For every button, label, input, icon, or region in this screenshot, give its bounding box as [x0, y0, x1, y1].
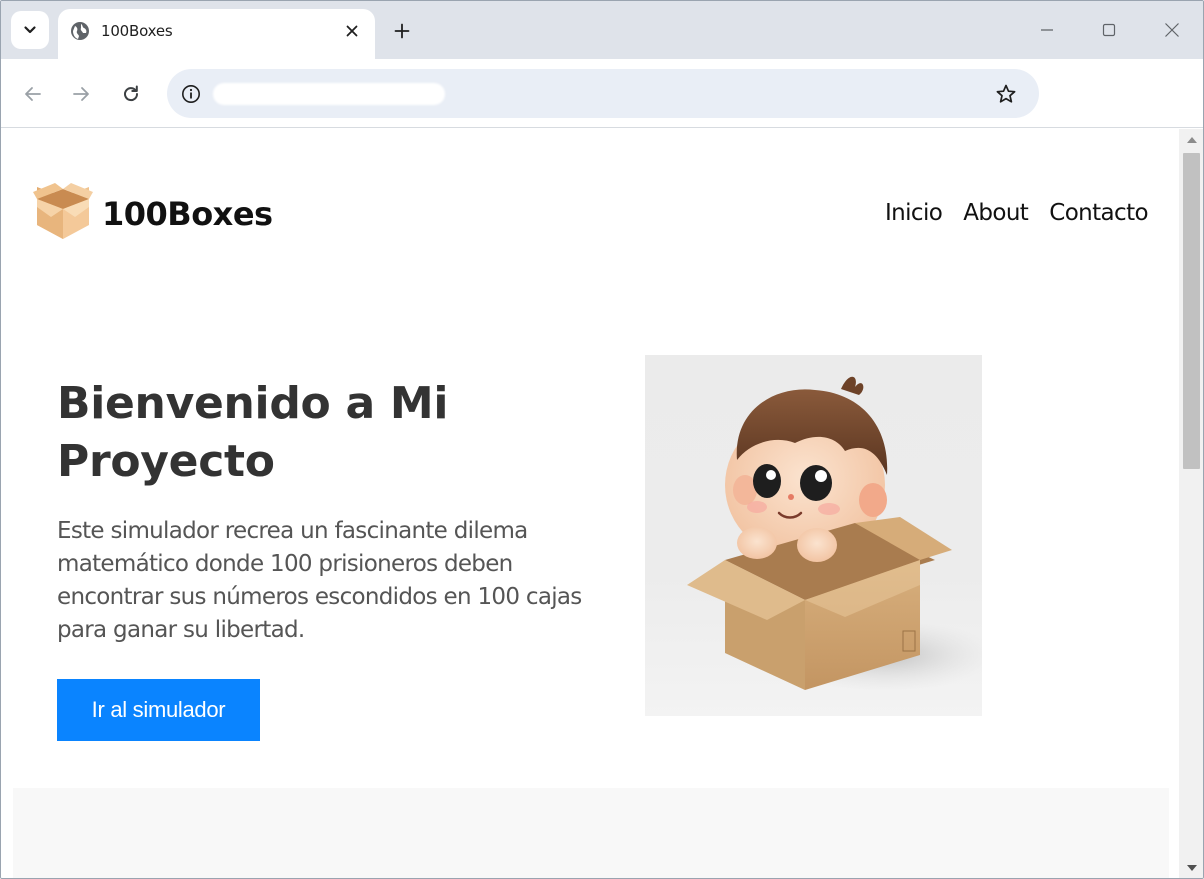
main-nav: Inicio About Contacto [885, 200, 1149, 226]
minimize-button[interactable] [1034, 17, 1060, 43]
forward-button[interactable] [68, 81, 94, 107]
window-close-button[interactable] [1159, 17, 1185, 43]
plus-icon [394, 23, 410, 39]
arrow-left-icon [25, 87, 41, 101]
site-info-button[interactable] [179, 82, 203, 106]
tab-close-button[interactable] [341, 20, 363, 42]
hero-illustration [645, 355, 982, 716]
reload-icon [124, 85, 139, 102]
maximize-icon [1102, 23, 1116, 37]
vertical-scrollbar[interactable] [1179, 129, 1203, 878]
tab-search-button[interactable] [11, 11, 49, 49]
hero-description: Este simulador recrea un fascinante dile… [57, 518, 582, 643]
back-button[interactable] [20, 81, 46, 107]
site-header: 100Boxes Inicio About Contacto [1, 129, 1179, 299]
nav-link-contacto[interactable]: Contacto [1049, 200, 1148, 226]
scroll-up-arrow-icon[interactable] [1187, 137, 1197, 143]
reload-button[interactable] [118, 81, 144, 107]
hero-title: Bienvenido a Mi Proyecto [57, 378, 449, 487]
brand-name[interactable]: 100Boxes [102, 195, 273, 233]
address-bar[interactable] [167, 69, 1039, 118]
close-icon [346, 25, 358, 37]
globe-icon [71, 22, 89, 40]
nav-link-inicio[interactable]: Inicio [885, 200, 943, 226]
tab-title: 100Boxes [101, 22, 173, 40]
features-section [13, 788, 1169, 878]
active-tab[interactable]: 100Boxes [58, 9, 375, 59]
info-icon [182, 85, 200, 103]
chevron-down-icon [24, 26, 36, 34]
arrow-right-icon [73, 87, 89, 101]
simulator-button[interactable]: Ir al simulador [57, 679, 260, 741]
browser-toolbar [1, 59, 1203, 128]
box-icon[interactable] [33, 181, 93, 243]
child-in-box-illustration [687, 376, 982, 691]
nav-link-about[interactable]: About [963, 200, 1029, 226]
star-icon [996, 84, 1016, 103]
page-viewport: 100Boxes Inicio About Contacto Bienvenid… [1, 129, 1179, 878]
bookmark-button[interactable] [993, 81, 1019, 107]
browser-window: 100Boxes 100Boxes Inicio About Contacto … [0, 0, 1204, 879]
url-redacted-overlay [213, 83, 445, 105]
scrollbar-thumb[interactable] [1183, 153, 1200, 469]
tab-strip: 100Boxes [1, 1, 1203, 59]
close-icon [1165, 23, 1179, 37]
scroll-down-arrow-icon[interactable] [1187, 865, 1197, 871]
maximize-button[interactable] [1096, 17, 1122, 43]
new-tab-button[interactable] [389, 18, 415, 44]
minimize-icon [1041, 29, 1053, 31]
